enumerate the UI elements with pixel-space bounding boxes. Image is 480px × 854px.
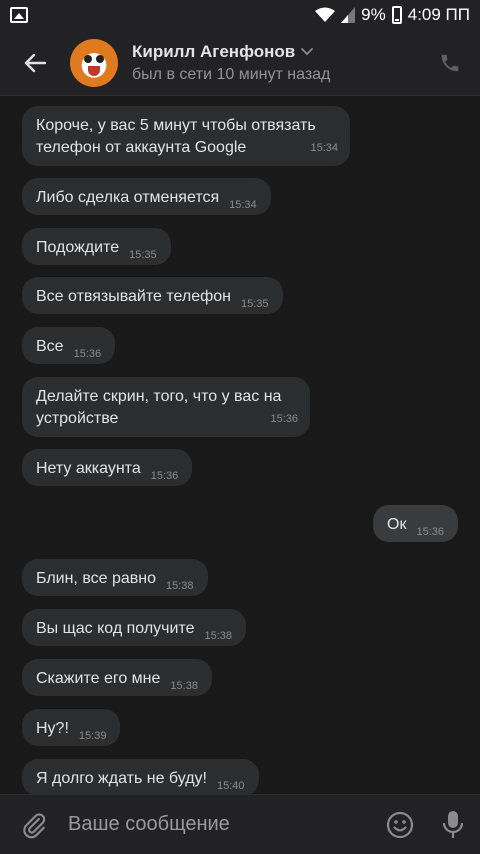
avatar-eye (96, 54, 104, 63)
contact-name-row: Кирилл Агенфонов (132, 42, 420, 62)
emoji-button[interactable] (374, 811, 426, 839)
clock: 4:09 ПП (407, 5, 470, 24)
message-bubble[interactable]: Блин, все равно 15:38 (22, 559, 208, 596)
back-button[interactable] (0, 30, 70, 96)
message-text: Нету аккаунта (36, 460, 141, 477)
last-seen-status: был в сети 10 минут назад (132, 65, 331, 83)
voice-message-button[interactable] (426, 810, 480, 840)
message-bubble[interactable]: Нету аккаунта 15:36 (22, 449, 193, 486)
message-bubble-outgoing[interactable]: Ок 15:36 (373, 505, 458, 542)
message-time: 15:35 (241, 298, 269, 310)
message-list[interactable]: Короче, у вас 5 минут чтобы отвязать тел… (0, 97, 480, 794)
paperclip-icon (23, 812, 46, 838)
message-text: Ок (387, 516, 407, 533)
message-bubble[interactable]: Подождите 15:35 (22, 228, 171, 265)
battery-icon (391, 6, 402, 24)
message-text: Все отвязывайте телефон (36, 288, 232, 305)
chat-header: Кирилл Агенфонов был в сети 10 минут наз… (0, 30, 480, 96)
wifi-icon (315, 7, 336, 22)
chevron-down-icon (301, 47, 314, 55)
message-text: Я долго ждать не буду! (36, 770, 207, 787)
message-bubble[interactable]: Все отвязывайте телефон 15:35 (22, 277, 283, 314)
message-time: 15:35 (129, 249, 157, 261)
arrow-left-icon (24, 53, 46, 72)
message-text: Все (36, 338, 64, 355)
message-text: Вы щас код получите (36, 620, 195, 637)
battery-percent: 9% (361, 5, 386, 24)
message-bubble[interactable]: Я долго ждать не буду! 15:40 (22, 759, 259, 794)
message-bubble[interactable]: Делайте скрин, того, что у вас на устрой… (22, 377, 310, 437)
message-bubble[interactable]: Все 15:36 (22, 327, 116, 364)
message-time: 15:40 (216, 780, 245, 792)
message-text: Ну?! (36, 720, 69, 737)
message-time: 15:36 (73, 348, 102, 360)
message-time: 15:39 (78, 730, 107, 742)
message-time: 15:38 (170, 680, 198, 692)
avatar[interactable] (70, 38, 118, 87)
call-button[interactable] (420, 52, 480, 74)
attach-button[interactable] (0, 811, 68, 839)
message-text: Скажите его мне (36, 670, 161, 687)
message-bubble[interactable]: Короче, у вас 5 минут чтобы отвязать тел… (22, 106, 350, 166)
gallery-icon (10, 7, 28, 23)
message-bubble[interactable]: Ну?! 15:39 (22, 709, 121, 746)
message-text: Делайте скрин, того, что у вас на устрой… (36, 388, 282, 427)
message-text: Подождите (36, 239, 120, 256)
message-bubble[interactable]: Скажите его мне 15:38 (22, 659, 212, 696)
message-time: 15:38 (166, 580, 194, 592)
phone-icon (441, 54, 459, 71)
message-time: 15:36 (150, 470, 179, 482)
message-text: Блин, все равно (36, 570, 157, 587)
microphone-icon (442, 810, 464, 838)
message-text: Короче, у вас 5 минут чтобы отвязать тел… (36, 117, 316, 156)
message-input[interactable]: Ваше сообщение (68, 813, 374, 836)
avatar-eye (84, 54, 92, 63)
message-time: 15:34 (310, 142, 338, 154)
avatar-mouth (88, 65, 100, 76)
status-bar-right: 9% 4:09 ПП (315, 5, 470, 25)
contact-name: Кирилл Агенфонов (132, 41, 296, 61)
message-time: 15:38 (204, 630, 233, 642)
signal-icon (341, 7, 356, 23)
chat-title[interactable]: Кирилл Агенфонов был в сети 10 минут наз… (132, 42, 420, 84)
message-time: 15:36 (270, 413, 298, 425)
message-bubble[interactable]: Вы щас код получите 15:38 (22, 609, 247, 646)
message-composer: Ваше сообщение (0, 794, 480, 854)
message-text: Либо сделка отменяется (36, 189, 220, 206)
smile-icon (386, 811, 414, 838)
message-bubble[interactable]: Либо сделка отменяется 15:34 (22, 178, 271, 215)
message-time: 15:36 (416, 526, 444, 538)
status-bar: 9% 4:09 ПП (0, 0, 480, 30)
message-time: 15:34 (229, 199, 257, 211)
